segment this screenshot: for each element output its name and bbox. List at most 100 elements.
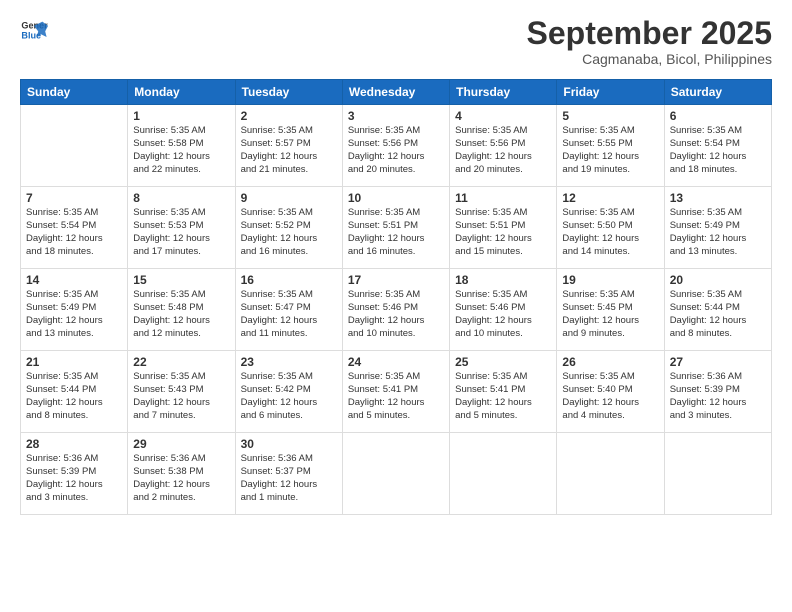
day-info: Sunrise: 5:36 AM Sunset: 5:39 PM Dayligh… [26, 453, 122, 504]
day-number: 11 [455, 191, 551, 205]
calendar-cell: 21 Sunrise: 5:35 AM Sunset: 5:44 PM Dayli… [21, 351, 128, 433]
calendar-cell: 26 Sunrise: 5:35 AM Sunset: 5:40 PM Dayli… [557, 351, 664, 433]
calendar-cell: 13Sunrise: 5:35 AM Sunset: 5:49 PM Dayli… [664, 187, 771, 269]
calendar-cell: 24 Sunrise: 5:35 AM Sunset: 5:41 PM Dayli… [342, 351, 449, 433]
day-number: 20 [670, 273, 766, 287]
week-row-5: 28 Sunrise: 5:36 AM Sunset: 5:39 PM Dayli… [21, 433, 772, 515]
day-number: 21 [26, 355, 122, 369]
calendar-cell: 28 Sunrise: 5:36 AM Sunset: 5:39 PM Dayli… [21, 433, 128, 515]
day-number: 29 [133, 437, 229, 451]
day-info: Sunrise: 5:35 AM Sunset: 5:58 PM Dayligh… [133, 125, 229, 176]
day-info: Sunrise: 5:35 AM Sunset: 5:54 PM Dayligh… [670, 125, 766, 176]
day-number: 12 [562, 191, 658, 205]
calendar-cell [450, 433, 557, 515]
day-number: 4 [455, 109, 551, 123]
logo-icon: General Blue [20, 16, 48, 44]
day-number: 10 [348, 191, 444, 205]
day-info: Sunrise: 5:35 AM Sunset: 5:53 PM Dayligh… [133, 207, 229, 258]
calendar-cell [342, 433, 449, 515]
calendar-cell: 27 Sunrise: 5:36 AM Sunset: 5:39 PM Dayli… [664, 351, 771, 433]
day-number: 22 [133, 355, 229, 369]
calendar-cell: 8 Sunrise: 5:35 AM Sunset: 5:53 PM Daylig… [128, 187, 235, 269]
week-row-2: 7 Sunrise: 5:35 AM Sunset: 5:54 PM Daylig… [21, 187, 772, 269]
day-number: 28 [26, 437, 122, 451]
day-number: 17 [348, 273, 444, 287]
day-number: 8 [133, 191, 229, 205]
calendar-cell: 7 Sunrise: 5:35 AM Sunset: 5:54 PM Daylig… [21, 187, 128, 269]
title-area: September 2025 Cagmanaba, Bicol, Philipp… [527, 16, 772, 67]
day-header-tuesday: Tuesday [235, 80, 342, 105]
calendar-cell: 18Sunrise: 5:35 AM Sunset: 5:46 PM Dayli… [450, 269, 557, 351]
day-info: Sunrise: 5:35 AM Sunset: 5:44 PM Dayligh… [26, 371, 122, 422]
day-header-monday: Monday [128, 80, 235, 105]
day-info: Sunrise: 5:35 AM Sunset: 5:44 PM Dayligh… [670, 289, 766, 340]
day-number: 6 [670, 109, 766, 123]
calendar-cell: 1 Sunrise: 5:35 AM Sunset: 5:58 PM Daylig… [128, 105, 235, 187]
day-info: Sunrise: 5:35 AM Sunset: 5:55 PM Dayligh… [562, 125, 658, 176]
calendar-cell: 11 Sunrise: 5:35 AM Sunset: 5:51 PM Dayli… [450, 187, 557, 269]
day-number: 25 [455, 355, 551, 369]
month-title: September 2025 [527, 16, 772, 51]
day-info: Sunrise: 5:35 AM Sunset: 5:48 PM Dayligh… [133, 289, 229, 340]
day-number: 26 [562, 355, 658, 369]
day-info: Sunrise: 5:35 AM Sunset: 5:52 PM Dayligh… [241, 207, 337, 258]
day-number: 16 [241, 273, 337, 287]
day-header-thursday: Thursday [450, 80, 557, 105]
day-header-saturday: Saturday [664, 80, 771, 105]
day-info: Sunrise: 5:35 AM Sunset: 5:51 PM Dayligh… [455, 207, 551, 258]
page: General Blue September 2025 Cagmanaba, B… [0, 0, 792, 612]
logo: General Blue [20, 16, 48, 44]
calendar-cell [557, 433, 664, 515]
day-number: 2 [241, 109, 337, 123]
day-info: Sunrise: 5:35 AM Sunset: 5:40 PM Dayligh… [562, 371, 658, 422]
day-info: Sunrise: 5:35 AM Sunset: 5:54 PM Dayligh… [26, 207, 122, 258]
week-row-1: 1 Sunrise: 5:35 AM Sunset: 5:58 PM Daylig… [21, 105, 772, 187]
calendar-cell: 4 Sunrise: 5:35 AM Sunset: 5:56 PM Daylig… [450, 105, 557, 187]
calendar-cell [664, 433, 771, 515]
calendar-cell: 9 Sunrise: 5:35 AM Sunset: 5:52 PM Daylig… [235, 187, 342, 269]
calendar-cell: 19 Sunrise: 5:35 AM Sunset: 5:45 PM Dayli… [557, 269, 664, 351]
calendar-cell: 29Sunrise: 5:36 AM Sunset: 5:38 PM Dayli… [128, 433, 235, 515]
calendar-cell: 30 Sunrise: 5:36 AM Sunset: 5:37 PM Dayli… [235, 433, 342, 515]
day-number: 23 [241, 355, 337, 369]
day-info: Sunrise: 5:35 AM Sunset: 5:41 PM Dayligh… [455, 371, 551, 422]
day-info: Sunrise: 5:36 AM Sunset: 5:37 PM Dayligh… [241, 453, 337, 504]
header-row: SundayMondayTuesdayWednesdayThursdayFrid… [21, 80, 772, 105]
subtitle: Cagmanaba, Bicol, Philippines [527, 51, 772, 67]
day-number: 14 [26, 273, 122, 287]
calendar-cell: 15Sunrise: 5:35 AM Sunset: 5:48 PM Dayli… [128, 269, 235, 351]
calendar-cell: 22Sunrise: 5:35 AM Sunset: 5:43 PM Dayli… [128, 351, 235, 433]
day-info: Sunrise: 5:35 AM Sunset: 5:45 PM Dayligh… [562, 289, 658, 340]
header: General Blue September 2025 Cagmanaba, B… [20, 16, 772, 67]
day-info: Sunrise: 5:35 AM Sunset: 5:56 PM Dayligh… [455, 125, 551, 176]
day-number: 5 [562, 109, 658, 123]
day-info: Sunrise: 5:35 AM Sunset: 5:42 PM Dayligh… [241, 371, 337, 422]
calendar-cell: 2Sunrise: 5:35 AM Sunset: 5:57 PM Daylig… [235, 105, 342, 187]
calendar-cell: 5 Sunrise: 5:35 AM Sunset: 5:55 PM Daylig… [557, 105, 664, 187]
day-number: 24 [348, 355, 444, 369]
day-header-wednesday: Wednesday [342, 80, 449, 105]
day-info: Sunrise: 5:35 AM Sunset: 5:41 PM Dayligh… [348, 371, 444, 422]
day-info: Sunrise: 5:35 AM Sunset: 5:47 PM Dayligh… [241, 289, 337, 340]
day-number: 18 [455, 273, 551, 287]
calendar-cell: 10 Sunrise: 5:35 AM Sunset: 5:51 PM Dayli… [342, 187, 449, 269]
day-number: 7 [26, 191, 122, 205]
day-header-friday: Friday [557, 80, 664, 105]
day-info: Sunrise: 5:36 AM Sunset: 5:39 PM Dayligh… [670, 371, 766, 422]
day-number: 19 [562, 273, 658, 287]
day-number: 1 [133, 109, 229, 123]
calendar-cell: 12 Sunrise: 5:35 AM Sunset: 5:50 PM Dayli… [557, 187, 664, 269]
day-number: 27 [670, 355, 766, 369]
day-info: Sunrise: 5:35 AM Sunset: 5:51 PM Dayligh… [348, 207, 444, 258]
week-row-3: 14 Sunrise: 5:35 AM Sunset: 5:49 PM Dayli… [21, 269, 772, 351]
day-info: Sunrise: 5:35 AM Sunset: 5:49 PM Dayligh… [26, 289, 122, 340]
calendar-cell: 16 Sunrise: 5:35 AM Sunset: 5:47 PM Dayli… [235, 269, 342, 351]
day-number: 30 [241, 437, 337, 451]
day-info: Sunrise: 5:35 AM Sunset: 5:50 PM Dayligh… [562, 207, 658, 258]
calendar-cell: 6 Sunrise: 5:35 AM Sunset: 5:54 PM Daylig… [664, 105, 771, 187]
calendar-cell: 3Sunrise: 5:35 AM Sunset: 5:56 PM Daylig… [342, 105, 449, 187]
calendar-cell: 23 Sunrise: 5:35 AM Sunset: 5:42 PM Dayli… [235, 351, 342, 433]
day-number: 9 [241, 191, 337, 205]
calendar-cell: 14 Sunrise: 5:35 AM Sunset: 5:49 PM Dayli… [21, 269, 128, 351]
week-row-4: 21 Sunrise: 5:35 AM Sunset: 5:44 PM Dayli… [21, 351, 772, 433]
